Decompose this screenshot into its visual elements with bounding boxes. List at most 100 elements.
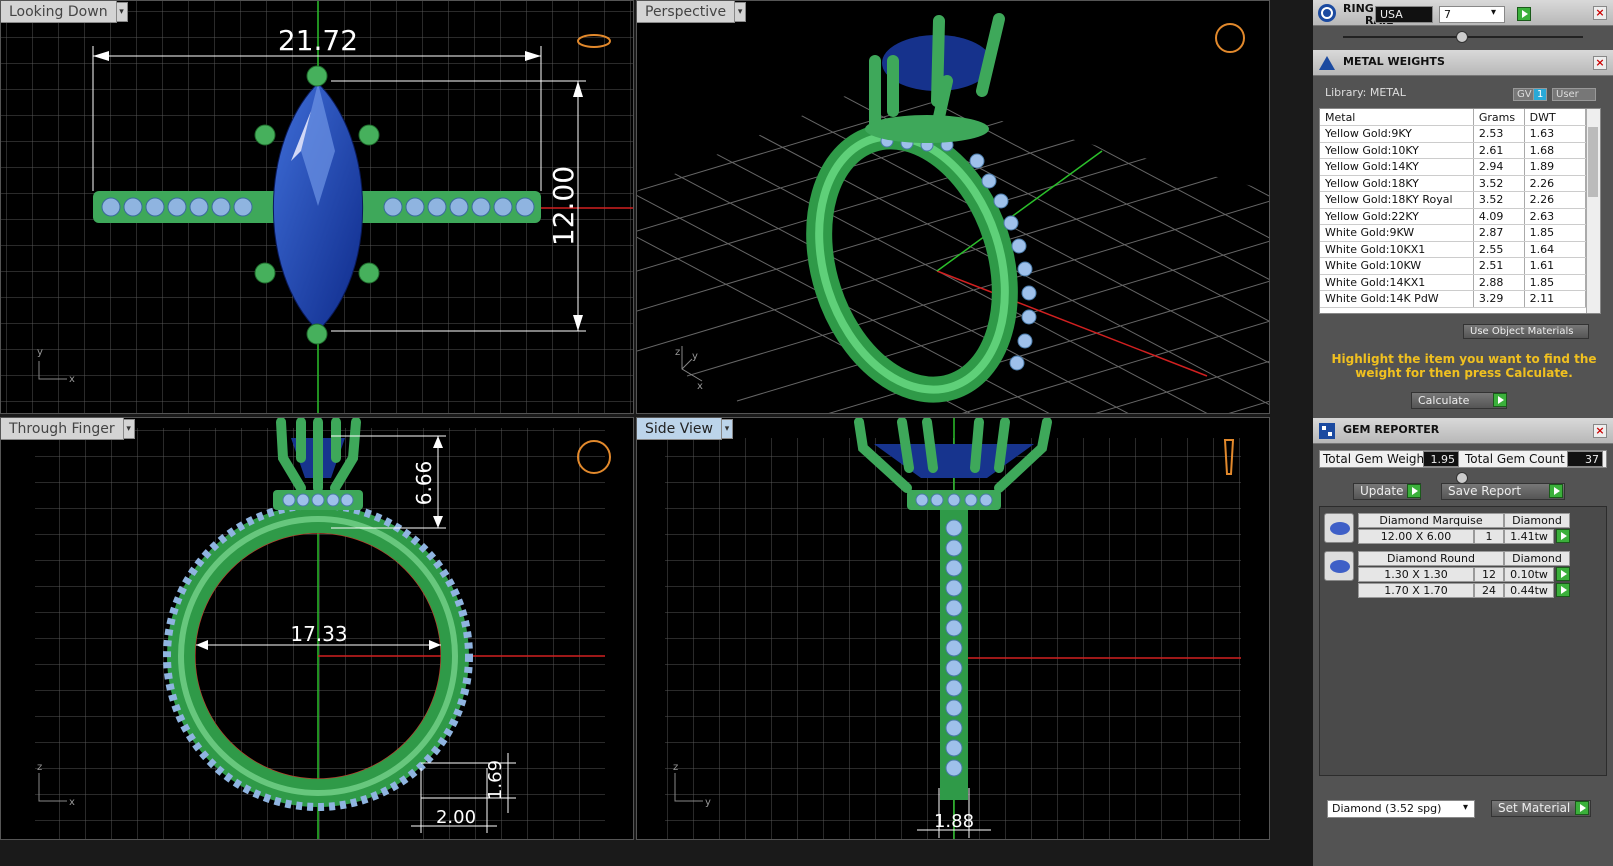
gv-value[interactable]: 1 — [1533, 88, 1548, 101]
tab-through-finger[interactable]: Through Finger ▾ — [1, 418, 135, 440]
set-material-go-icon[interactable] — [1575, 801, 1589, 815]
side-view-canvas: 1.88 y z — [665, 418, 1241, 839]
svg-text:y: y — [705, 797, 711, 808]
dwt-cell: 1.85 — [1524, 274, 1587, 291]
dim-band-width-label: 2.00 — [436, 807, 476, 828]
axis-y-label: y — [37, 347, 43, 358]
table-row[interactable]: Yellow Gold:9KY 2.53 1.63 — [1320, 125, 1587, 143]
save-report-button[interactable]: Save Report — [1441, 483, 1565, 500]
viewport-perspective[interactable]: x y z Perspective ▾ — [636, 0, 1270, 414]
gem-size-cell: 12.00 X 6.00 — [1358, 529, 1474, 544]
metal-name-cell: White Gold:10KW — [1320, 257, 1474, 275]
gem-weight-cell: 1.41tw — [1504, 529, 1554, 544]
metal-name-cell: Yellow Gold:22KY — [1320, 208, 1474, 225]
gem-thumbnail-icon[interactable] — [1324, 513, 1354, 543]
material-select[interactable]: Diamond (3.52 spg) — [1327, 800, 1475, 818]
grams-cell: 2.51 — [1473, 257, 1525, 275]
table-header-row: Metal Grams DWT — [1320, 109, 1587, 126]
grams-cell: 2.55 — [1473, 241, 1525, 258]
dim-diameter-label: 17.33 — [290, 622, 347, 646]
user-button[interactable]: User — [1552, 88, 1596, 101]
close-icon[interactable]: × — [1593, 56, 1607, 70]
viewport-menu-dropdown-icon[interactable]: ▾ — [720, 419, 733, 439]
country-select[interactable]: USA — [1375, 6, 1433, 23]
looking-down-canvas: x y 21.72 12.00 — [1, 1, 633, 413]
table-row[interactable]: Yellow Gold:22KY 4.09 2.63 — [1320, 208, 1587, 225]
dwt-cell: 2.63 — [1524, 208, 1587, 225]
viewport-side-view[interactable]: 1.88 y z Side View ▾ — [636, 417, 1270, 840]
gem-material-cell: Diamond — [1504, 551, 1570, 566]
tab-looking-down[interactable]: Looking Down ▾ — [1, 1, 128, 23]
metal-name-cell: White Gold:10KX1 — [1320, 241, 1474, 258]
gem-report-icon — [1319, 423, 1335, 439]
ring-rail-icon — [1318, 4, 1336, 22]
dim-thickness-label: 1.69 — [485, 760, 506, 800]
tab-side-view[interactable]: Side View ▾ — [637, 418, 733, 440]
chevron-down-icon: ▾ — [1491, 7, 1497, 18]
ring-rail-go-button[interactable] — [1517, 7, 1531, 21]
gem-thumbnail-icon[interactable] — [1324, 551, 1354, 581]
table-row[interactable]: Yellow Gold:18KY 3.52 2.26 — [1320, 175, 1587, 192]
grams-cell: 2.88 — [1473, 274, 1525, 291]
viewport-menu-dropdown-icon[interactable]: ▾ — [734, 2, 747, 22]
metal-name-cell: White Gold:9KW — [1320, 224, 1474, 242]
gem-select-go-icon[interactable] — [1556, 583, 1570, 597]
dwt-cell: 2.11 — [1524, 290, 1587, 308]
slider-handle-icon[interactable] — [1456, 31, 1468, 43]
viewport-through-finger[interactable]: 6.66 17.33 1.69 2.00 x z Through Finger ▾ — [0, 417, 634, 840]
right-panel: RINGRAIL USA 7 ▾ × METAL WEIGHTS × Libra… — [1313, 0, 1613, 866]
grams-cell: 3.52 — [1473, 175, 1525, 192]
dwt-cell: 1.61 — [1524, 257, 1587, 275]
dwt-cell: 1.64 — [1524, 241, 1587, 258]
col-dwt: DWT — [1524, 109, 1587, 126]
total-count-value: 37 — [1567, 451, 1603, 467]
dim-width-label: 21.72 — [278, 24, 358, 57]
table-row[interactable]: White Gold:9KW 2.87 1.85 — [1320, 224, 1587, 242]
grams-cell: 2.87 — [1473, 224, 1525, 242]
dim-side-width-label: 1.88 — [934, 811, 974, 832]
viewport-menu-dropdown-icon[interactable]: ▾ — [115, 2, 128, 22]
ring-rail-header: RINGRAIL USA 7 ▾ × — [1313, 0, 1613, 27]
axis-x-label: x — [69, 374, 75, 385]
scrollbar-thumb[interactable] — [1588, 127, 1598, 197]
viewport-menu-dropdown-icon[interactable]: ▾ — [122, 419, 135, 439]
table-row[interactable]: Yellow Gold:10KY 2.61 1.68 — [1320, 142, 1587, 159]
gem-name-cell: Diamond Marquise — [1358, 513, 1504, 528]
gem-select-go-icon[interactable] — [1556, 567, 1570, 581]
col-metal: Metal — [1320, 109, 1474, 126]
update-go-icon[interactable] — [1407, 484, 1421, 498]
metal-name-cell: Yellow Gold:14KY — [1320, 158, 1474, 176]
close-icon[interactable]: × — [1593, 424, 1607, 438]
gem-weight-cell: 0.10tw — [1504, 567, 1554, 582]
dim-height-label: 12.00 — [547, 166, 580, 246]
viewport-looking-down[interactable]: x y 21.72 12.00 Looking Down ▾ — [0, 0, 634, 414]
grams-cell: 3.52 — [1473, 191, 1525, 209]
metal-weights-header: METAL WEIGHTS × — [1313, 50, 1613, 76]
gem-count-cell: 1 — [1474, 529, 1504, 544]
tab-perspective[interactable]: Perspective ▾ — [637, 1, 747, 23]
col-grams: Grams — [1473, 109, 1525, 126]
svg-text:z: z — [673, 762, 678, 773]
close-icon[interactable]: × — [1593, 6, 1607, 20]
use-object-materials-button[interactable]: Use Object Materials — [1463, 324, 1589, 339]
table-row[interactable]: White Gold:10KX1 2.55 1.64 — [1320, 241, 1587, 258]
table-row[interactable]: White Gold:10KW 2.51 1.61 — [1320, 257, 1587, 275]
scale-icon — [1319, 56, 1335, 70]
table-row[interactable]: Yellow Gold:18KY Royal 3.52 2.26 — [1320, 191, 1587, 209]
chevron-down-icon: ▾ — [1463, 802, 1469, 813]
svg-text:x: x — [69, 797, 75, 808]
grams-cell: 4.09 — [1473, 208, 1525, 225]
grams-cell: 2.94 — [1473, 158, 1525, 176]
gem-select-go-icon[interactable] — [1556, 529, 1570, 543]
calculate-go-icon[interactable] — [1493, 393, 1507, 407]
dwt-cell: 1.85 — [1524, 224, 1587, 242]
table-row[interactable]: White Gold:14K PdW 3.29 2.11 — [1320, 290, 1587, 308]
table-row[interactable]: Yellow Gold:14KY 2.94 1.89 — [1320, 158, 1587, 176]
metal-table-wrap: Metal Grams DWT Yellow Gold:9KY 2.53 1.63 Y… — [1319, 108, 1601, 314]
save-report-go-icon[interactable] — [1549, 484, 1563, 498]
table-row[interactable]: White Gold:14KX1 2.88 1.85 — [1320, 274, 1587, 291]
gem-material-cell: Diamond — [1504, 513, 1570, 528]
gem-size-cell: 1.70 X 1.70 — [1358, 583, 1474, 598]
gem-name-cell: Diamond Round — [1358, 551, 1504, 566]
dwt-cell: 1.89 — [1524, 158, 1587, 176]
